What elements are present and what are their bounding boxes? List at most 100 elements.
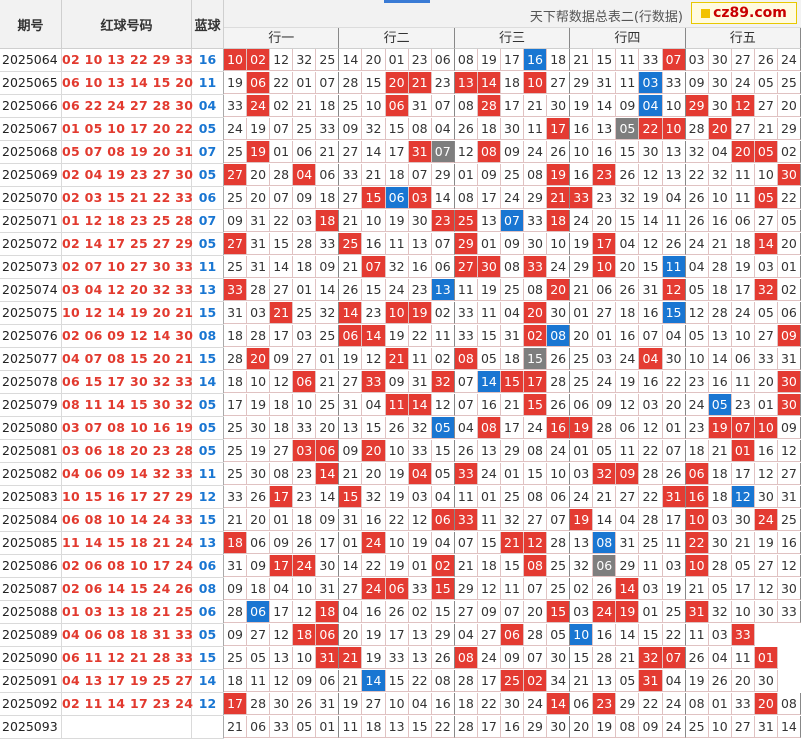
grid-cell: 09 bbox=[339, 118, 363, 140]
grid-cell: 20 bbox=[524, 302, 548, 324]
grid-cell: 03 bbox=[685, 49, 709, 71]
grid-cell: 20 bbox=[754, 371, 778, 393]
grid-cell: 27 bbox=[270, 279, 294, 301]
grid-cell: 19 bbox=[639, 187, 663, 209]
grid-cell: 27 bbox=[777, 463, 801, 485]
grid-cell: 32 bbox=[593, 463, 617, 485]
red-balls: 04 13 17 19 25 27 bbox=[62, 670, 193, 692]
grid-cell: 08 bbox=[454, 49, 478, 71]
grid-cell: 16 bbox=[754, 440, 778, 462]
grid-cell: 17 bbox=[500, 417, 525, 439]
grid-cell: 23 bbox=[593, 164, 617, 186]
grid-cell: 10 bbox=[708, 187, 732, 209]
site-logo[interactable]: cz89.com bbox=[691, 2, 797, 24]
table-row: 2025081 03 06 18 20 23 28 05 bbox=[0, 440, 224, 463]
grid-cell: 23 bbox=[362, 302, 386, 324]
grid-cell: 27 bbox=[224, 233, 248, 255]
grid-cell: 33 bbox=[339, 164, 363, 186]
grid-cell: 19 bbox=[362, 647, 386, 669]
grid-cell: 14 bbox=[339, 555, 363, 577]
red-balls: 04 06 08 18 31 33 bbox=[62, 624, 193, 646]
table-row: 2025072 02 14 17 25 27 29 05 bbox=[0, 233, 224, 256]
grid-cell: 31 bbox=[224, 302, 248, 324]
issue-number: 2025090 bbox=[0, 647, 62, 669]
grid-cell: 28 bbox=[708, 555, 732, 577]
grid-cell: 12 bbox=[270, 371, 294, 393]
table-row: 2025075 10 12 14 19 20 21 15 bbox=[0, 302, 224, 325]
grid-cell: 33 bbox=[454, 463, 478, 485]
issue-number: 2025064 bbox=[0, 49, 62, 71]
table-row: 2025083 10 15 16 17 27 29 12 bbox=[0, 486, 224, 509]
grid-cell: 01 bbox=[316, 348, 340, 370]
blue-ball: 07 bbox=[192, 141, 224, 163]
grid-cell: 04 bbox=[662, 325, 686, 347]
grid-cell: 31 bbox=[777, 486, 801, 508]
grid-cell: 18 bbox=[708, 463, 732, 485]
grid-cell: 17 bbox=[385, 624, 409, 646]
grid-cell: 10 bbox=[547, 463, 571, 485]
grid-cell: 19 bbox=[362, 624, 386, 646]
grid-cell: 06 bbox=[247, 72, 271, 94]
grid-cell: 24 bbox=[754, 509, 778, 531]
grid-cell: 31 bbox=[316, 647, 340, 669]
grid-cell: 18 bbox=[477, 555, 501, 577]
grid-cell: 13 bbox=[454, 72, 478, 94]
grid-cell: 15 bbox=[500, 371, 525, 393]
grid-cell: 19 bbox=[247, 118, 271, 140]
grid-cell: 29 bbox=[431, 624, 455, 646]
red-balls: 11 14 15 18 21 24 bbox=[62, 532, 193, 554]
grid-cell: 11 bbox=[247, 670, 271, 692]
grid-cell: 03 bbox=[408, 486, 432, 508]
grid-cell: 14 bbox=[316, 279, 340, 301]
grid-cell: 22 bbox=[385, 509, 409, 531]
grid-cell: 17 bbox=[731, 463, 755, 485]
grid-cell: 08 bbox=[454, 647, 478, 669]
grid-cell: 22 bbox=[639, 440, 663, 462]
grid-cell: 11 bbox=[731, 647, 755, 669]
table-row: 2025078 06 15 17 30 32 33 14 bbox=[0, 371, 224, 394]
grid-cell: 06 bbox=[731, 210, 755, 232]
grid-cell: 18 bbox=[293, 256, 317, 278]
grid-title-bar: 天下帮数据总表二(行数据) cz89.com bbox=[224, 0, 801, 28]
grid-cell: 25 bbox=[500, 164, 525, 186]
grid-cell: 10 bbox=[524, 72, 548, 94]
grid-cell: 26 bbox=[685, 187, 709, 209]
grid-cell: 33 bbox=[639, 49, 663, 71]
grid-cell: 10 bbox=[685, 555, 709, 577]
blue-ball: 06 bbox=[192, 555, 224, 577]
grid-cell: 22 bbox=[639, 118, 663, 140]
grid-cell: 31 bbox=[316, 578, 340, 600]
grid-cell: 06 bbox=[570, 693, 594, 715]
issue-number: 2025088 bbox=[0, 601, 62, 623]
grid-cell: 18 bbox=[500, 72, 525, 94]
grid-cell: 19 bbox=[224, 72, 248, 94]
grid-cell: 06 bbox=[685, 463, 709, 485]
grid-cell: 30 bbox=[316, 555, 340, 577]
grid-cell: 31 bbox=[662, 486, 686, 508]
grid-cell: 26 bbox=[547, 348, 571, 370]
grid-cell: 20 bbox=[362, 463, 386, 485]
grid-cell: 30 bbox=[754, 601, 778, 623]
grid-cell: 06 bbox=[431, 509, 455, 531]
grid-cell: 09 bbox=[685, 72, 709, 94]
grid-cell: 30 bbox=[500, 118, 525, 140]
red-balls: 02 03 15 21 22 33 bbox=[62, 187, 193, 209]
grid-cell: 12 bbox=[639, 164, 663, 186]
red-balls: 06 11 12 21 28 33 bbox=[62, 647, 193, 669]
grid-cell: 05 bbox=[477, 348, 501, 370]
grid-cell: 15 bbox=[616, 210, 640, 232]
grid-cell: 24 bbox=[247, 95, 271, 117]
grid-cell: 14 bbox=[477, 371, 501, 393]
grid-cell: 02 bbox=[570, 578, 594, 600]
grid-cell: 21 bbox=[224, 509, 248, 531]
grid-cell: 14 bbox=[362, 325, 386, 347]
grid-cell: 03 bbox=[293, 325, 317, 347]
grid-cell: 19 bbox=[570, 95, 594, 117]
blue-ball: 07 bbox=[192, 210, 224, 232]
group-header-2: 行二 bbox=[339, 28, 455, 49]
grid-cell: 09 bbox=[339, 440, 363, 462]
grid-cell: 12 bbox=[477, 578, 501, 600]
grid-cell: 19 bbox=[339, 348, 363, 370]
red-balls: 01 05 10 17 20 22 bbox=[62, 118, 193, 140]
grid-cell: 12 bbox=[754, 578, 778, 600]
